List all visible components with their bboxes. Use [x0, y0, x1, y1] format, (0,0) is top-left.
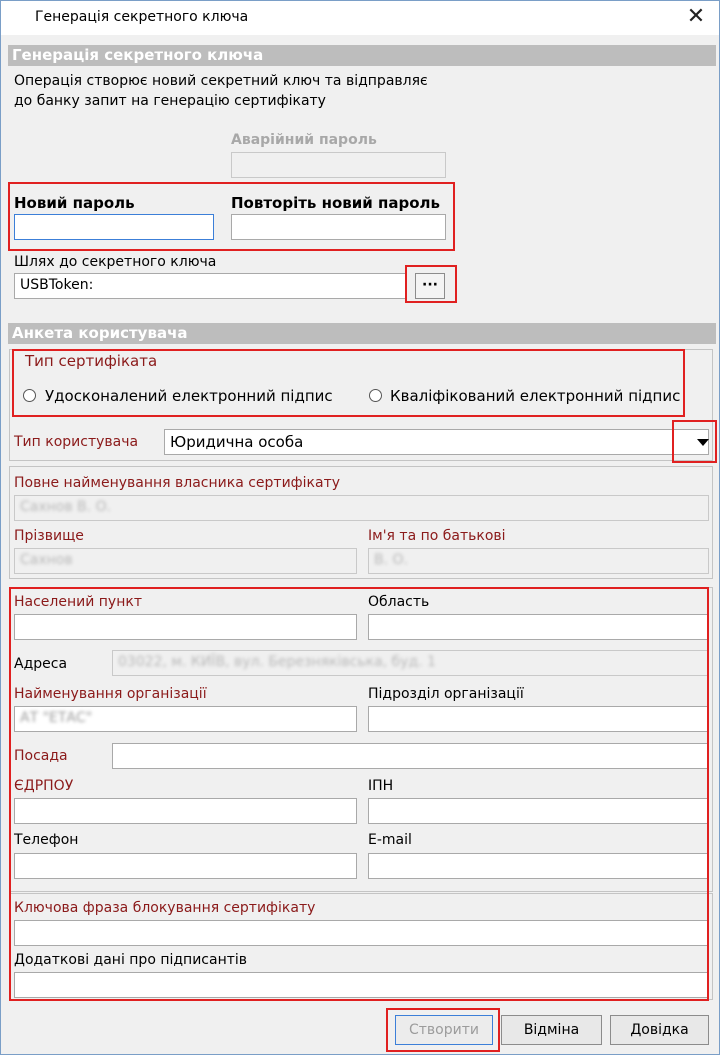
- chevron-down-icon[interactable]: [697, 439, 709, 446]
- given-names-field: В. О.: [368, 548, 709, 574]
- email-label: E-mail: [368, 832, 412, 848]
- surname-label: Прізвище: [14, 528, 84, 544]
- owner-full-name-field: Сахнов В. О.: [14, 495, 709, 521]
- ipn-field[interactable]: [368, 798, 709, 824]
- dialog-window: Генерація секретного ключа ✕ Генерація с…: [0, 0, 720, 1055]
- email-field[interactable]: [368, 853, 709, 879]
- user-type-label: Тип користувача: [14, 434, 139, 450]
- cert-type-legend: Тип сертифіката: [21, 352, 162, 370]
- org-unit-field[interactable]: [368, 706, 709, 732]
- radio-enhanced-signature-label[interactable]: Удосконалений електронний підпис: [45, 387, 333, 405]
- title-bar: Генерація секретного ключа ✕: [1, 1, 719, 35]
- browse-key-path-button[interactable]: ···: [415, 273, 445, 299]
- cancel-button[interactable]: Відміна: [501, 1015, 602, 1045]
- emergency-password-label: Аварійний пароль: [231, 132, 377, 148]
- org-name-label: Найменування організації: [14, 686, 207, 702]
- city-field[interactable]: [14, 614, 357, 640]
- radio-qualified-signature[interactable]: [369, 389, 382, 402]
- city-label: Населений пункт: [14, 594, 142, 610]
- region-label: Область: [368, 594, 430, 610]
- given-names-label: Ім'я та по батькові: [368, 528, 506, 544]
- new-password-field[interactable]: [14, 214, 214, 240]
- address-label: Адреса: [14, 656, 68, 672]
- key-path-label: Шлях до секретного ключа: [14, 254, 217, 270]
- window-title: Генерація секретного ключа: [35, 9, 249, 25]
- emergency-password-field: [231, 152, 446, 178]
- position-field[interactable]: [112, 743, 709, 769]
- block-phrase-field[interactable]: [14, 920, 709, 946]
- phone-field[interactable]: [14, 853, 357, 879]
- help-button[interactable]: Довідка: [610, 1015, 709, 1045]
- radio-enhanced-signature[interactable]: [23, 389, 36, 402]
- position-label: Посада: [14, 748, 68, 764]
- user-form-header: Анкета користувача: [8, 323, 716, 344]
- create-button[interactable]: Створити: [395, 1015, 493, 1045]
- close-icon[interactable]: ✕: [681, 3, 711, 33]
- radio-qualified-signature-label[interactable]: Кваліфікований електронний підпис: [390, 387, 680, 405]
- key-path-field[interactable]: USBToken:: [14, 273, 406, 299]
- address-field: 03022, м. КИЇВ, вул. Березняківська, буд…: [112, 650, 709, 676]
- edrpou-label: ЄДРПОУ: [14, 778, 74, 794]
- ipn-label: ІПН: [368, 778, 394, 794]
- repeat-password-field[interactable]: [231, 214, 446, 240]
- description-line-2: до банку запит на генерацію сертифікату: [14, 93, 326, 109]
- block-phrase-label: Ключова фраза блокування сертифікату: [14, 900, 316, 916]
- phone-label: Телефон: [14, 832, 79, 848]
- signers-info-label: Додаткові дані про підписантів: [14, 952, 248, 968]
- signers-info-field[interactable]: [14, 972, 709, 998]
- edrpou-field[interactable]: [14, 798, 357, 824]
- owner-full-name-label: Повне найменування власника сертифікату: [14, 475, 341, 491]
- key-section-header: Генерація секретного ключа: [8, 45, 716, 66]
- org-name-field[interactable]: АТ "ЕТАС": [14, 706, 357, 732]
- org-unit-label: Підрозділ організації: [368, 686, 524, 702]
- user-type-select[interactable]: Юридична особа: [164, 429, 709, 455]
- new-password-label: Новий пароль: [14, 194, 135, 212]
- surname-field: Сахнов: [14, 548, 357, 574]
- region-field[interactable]: [368, 614, 709, 640]
- description-line-1: Операція створює новий секретний ключ та…: [14, 73, 428, 89]
- repeat-password-label: Повторіть новий пароль: [231, 194, 441, 212]
